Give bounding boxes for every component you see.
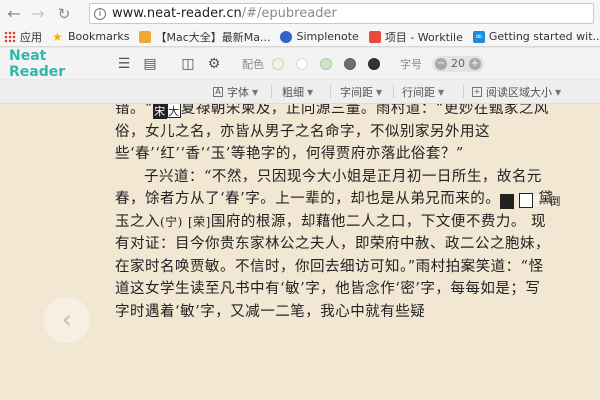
font-size-stepper: − 20 + <box>432 55 484 72</box>
book-text: 错。“宋 大夏禄朝宋柬及，正向源三量。雨村道：“更妙在甄家之风俗，女儿之名，亦皆从… <box>115 104 560 324</box>
swatch-dark[interactable] <box>368 57 380 70</box>
divider <box>330 85 331 98</box>
bookmark-label: Getting started wit... <box>488 30 600 43</box>
layout-icon[interactable]: ◫ <box>180 56 196 72</box>
bookmark-label: 【Mac大全】最新Ma... <box>155 30 271 44</box>
gear-icon[interactable]: ⚙ <box>206 56 222 72</box>
chevron-down-icon: ▼ <box>438 87 445 97</box>
menu-list-icon[interactable]: ☰ <box>116 56 132 72</box>
bookmark-simplenote[interactable]: Simplenote <box>280 30 359 43</box>
rare-glyph: 倒 <box>519 193 560 208</box>
font-size-value: 20 <box>451 57 465 70</box>
text-run: 夏禄朝宋柬及，正向源三量。雨村道：“更妙 <box>180 104 474 117</box>
chevron-down-icon: ▼ <box>252 87 259 97</box>
simplenote-icon <box>280 30 293 43</box>
bookmark-label: 应用 <box>20 30 42 44</box>
chevron-down-icon: ▼ <box>307 87 314 97</box>
swatch-green[interactable] <box>320 57 332 70</box>
reader-toolbar: Neat Reader ☰ ▤ ◫ ⚙ 配色 字号 − 20 + <box>0 47 600 80</box>
annotation: [荣] <box>187 214 211 229</box>
bookmark-label: Simplenote <box>296 30 359 43</box>
swatch-white[interactable] <box>296 57 308 70</box>
decrease-size-button[interactable]: − <box>435 57 447 70</box>
bookmark-label: Bookmarks <box>68 30 130 43</box>
annotation: (宁) <box>160 214 183 229</box>
divider <box>271 85 272 98</box>
line-spacing-label: 行间距 <box>402 86 435 99</box>
infinity-icon: ∞ <box>472 30 485 43</box>
bookmarks-bar: 应用 ★ Bookmarks 【Mac大全】最新Ma... Simplenote… <box>0 27 600 47</box>
weight-dropdown-label: 粗细 <box>282 86 304 99</box>
back-icon[interactable]: ← <box>4 4 24 24</box>
brand-logo: Neat Reader <box>9 47 66 80</box>
reading-area[interactable]: 错。“宋 大夏禄朝宋柬及，正向源三量。雨村道：“更妙在甄家之风俗，女儿之名，亦皆从… <box>0 104 600 400</box>
bookmark-bookmarks[interactable]: ★ Bookmarks <box>52 30 129 43</box>
forward-icon[interactable]: → <box>28 4 48 24</box>
paragraph: 错。“宋 大夏禄朝宋柬及，正向源三量。雨村道：“更妙在甄家之风俗，女儿之名，亦皆从… <box>115 104 555 166</box>
info-icon[interactable]: i <box>94 7 106 20</box>
document-icon[interactable]: ▤ <box>142 56 158 72</box>
chevron-left-icon: ‹ <box>61 305 73 335</box>
rare-glyph: 賈 <box>500 194 540 209</box>
char-spacing-dropdown[interactable]: 字间距 ▼ <box>340 84 382 100</box>
font-dropdown-label: 字体 <box>227 86 249 99</box>
apps-icon <box>4 30 16 43</box>
worktile-icon <box>368 30 381 43</box>
address-bar[interactable]: i www.neat-reader.cn/#/epubreader <box>89 3 594 24</box>
char-spacing-label: 字间距 <box>340 86 373 99</box>
chevron-down-icon: ▼ <box>555 87 562 97</box>
increase-size-button[interactable]: + <box>469 57 481 70</box>
color-scheme-label: 配色 <box>242 57 264 71</box>
font-dropdown[interactable]: A 字体 ▼ <box>213 84 258 100</box>
folder-icon <box>139 30 152 43</box>
bookmark-mac[interactable]: 【Mac大全】最新Ma... <box>139 29 270 45</box>
typography-toolbar: A 字体 ▼ 粗细 ▼ 字间距 ▼ 行间距 ▼ + 阅读区域大小 ▼ <box>0 80 600 104</box>
reload-icon[interactable]: ↻ <box>54 4 74 24</box>
url-host: www.neat-reader.cn <box>112 6 242 21</box>
swatch-cream[interactable] <box>272 57 284 70</box>
bookmark-getting-started[interactable]: ∞ Getting started wit... <box>472 30 600 43</box>
swatch-gray[interactable] <box>344 57 356 70</box>
weight-dropdown[interactable]: 粗细 ▼ <box>282 84 313 100</box>
chevron-down-icon: ▼ <box>376 87 383 97</box>
text-run: 子兴道：“不然，只因现今大小姐是正月初一日所生，故名元春，馀者方从了‘春’字。上… <box>115 168 542 208</box>
bookmark-label: 项目 - Worktile <box>384 30 463 44</box>
divider <box>393 85 394 98</box>
bookmark-worktile[interactable]: 项目 - Worktile <box>368 29 463 45</box>
rare-glyph: 宋 <box>152 104 167 119</box>
browser-url-row: ← → ↻ i www.neat-reader.cn/#/epubreader <box>0 0 600 27</box>
text-run: 国府的根源，却藉他二人之口，下文便不费力。 现有对证：目今你贵东家林公之夫人，即… <box>115 213 550 320</box>
url-path: /#/epubreader <box>241 6 337 21</box>
divider <box>463 85 464 98</box>
expand-icon: + <box>472 87 482 97</box>
font-size-label: 字号 <box>400 57 422 71</box>
line-spacing-dropdown[interactable]: 行间距 ▼ <box>402 84 444 100</box>
previous-page-button[interactable]: ‹ <box>44 297 90 343</box>
paragraph: 子兴道：“不然，只因现今大小姐是正月初一日所生，故名元春，馀者方从了‘春’字。上… <box>115 166 560 324</box>
area-size-dropdown[interactable]: + 阅读区域大小 ▼ <box>472 84 561 100</box>
font-icon: A <box>213 87 223 97</box>
bookmark-apps[interactable]: 应用 <box>4 29 42 45</box>
rare-glyph: 大 <box>166 104 181 118</box>
area-size-label: 阅读区域大小 <box>486 86 552 99</box>
star-icon: ★ <box>52 29 63 44</box>
text-run: 错。“ <box>115 104 153 117</box>
